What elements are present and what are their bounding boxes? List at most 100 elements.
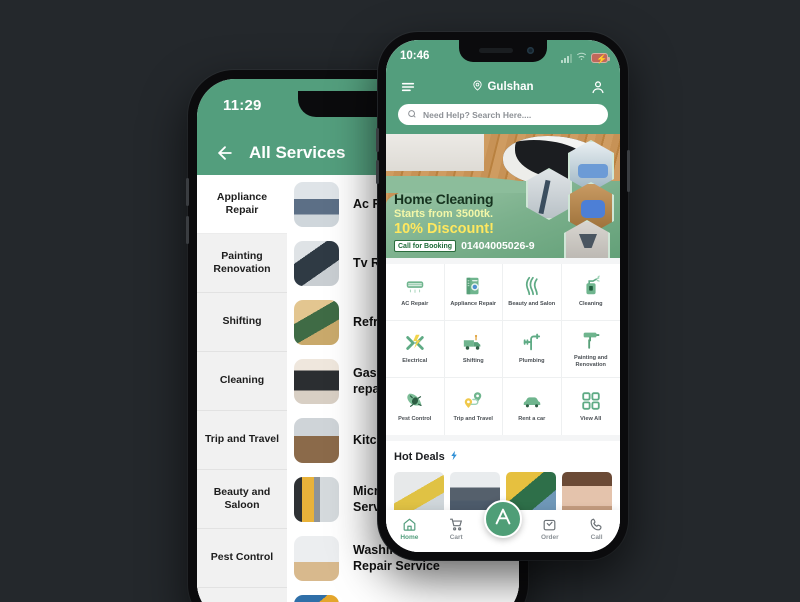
home-scroll-area[interactable]: Home Cleaning Starts from 3500tk. 10% Di… (386, 134, 620, 545)
washing-machine-icon (461, 275, 485, 297)
power-button[interactable] (627, 150, 630, 192)
grid-item-label: Beauty and Salon (508, 301, 556, 308)
status-indicators: ⚡ (561, 49, 611, 67)
map-pins-icon (461, 390, 485, 412)
banner-discount: 10% Discount! (394, 221, 494, 237)
grid-item-plumbing[interactable]: Plumbing (503, 321, 562, 378)
nav-item-home[interactable]: Home (386, 516, 433, 541)
ips-repair-thumbnail (294, 595, 339, 602)
grid-item-beauty-and-salon[interactable]: Beauty and Salon (503, 264, 562, 321)
page-title: All Services (249, 143, 346, 162)
grid-row-1: AC Repair Appliance Repair Beauty and Sa… (386, 264, 620, 321)
grid-item-ac-repair[interactable]: AC Repair (386, 264, 445, 321)
order-bag-icon (542, 516, 558, 532)
grid-item-view-all[interactable]: View All (562, 378, 621, 435)
list-item[interactable]: IPS Repair Service (294, 588, 519, 602)
battery-charging-icon: ⚡ (591, 53, 611, 64)
moving-truck-icon (461, 332, 485, 354)
app-logo-icon (492, 506, 514, 533)
grid-item-painting-and-renovation[interactable]: Painting and Renovation (561, 321, 620, 378)
grid-item-label: Plumbing (519, 358, 545, 365)
sidebar-item-beauty-and-saloon[interactable]: Beauty and Saloon (197, 470, 287, 529)
electric-plug-icon (403, 332, 427, 354)
grid-item-label: Electrical (402, 358, 428, 365)
paint-roller-icon (579, 329, 603, 351)
banner-title: Home Cleaning (394, 191, 494, 207)
tv-repair-thumbnail (294, 241, 339, 286)
nav-item-order[interactable]: Order (526, 516, 573, 541)
user-profile-icon[interactable] (588, 77, 608, 97)
grid-item-rent-a-car[interactable]: Rent a car (503, 378, 562, 435)
banner-text-block: Home Cleaning Starts from 3500tk. 10% Di… (394, 191, 535, 252)
front-camera-icon (527, 47, 534, 54)
car-icon (520, 390, 544, 412)
grid-item-cleaning[interactable]: Cleaning (561, 264, 620, 321)
signal-bars-icon (561, 53, 572, 63)
category-sidebar: Appliance Repair Painting Renovation Shi… (197, 175, 287, 602)
grid-item-label: Rent a car (518, 415, 546, 422)
arrow-left-icon[interactable] (215, 143, 235, 163)
nav-item-call[interactable]: Call (573, 516, 620, 541)
grid-item-trip-and-travel[interactable]: Trip and Travel (445, 378, 503, 435)
grid-item-label: Painting and Renovation (573, 354, 608, 368)
grid-item-label: Appliance Repair (450, 301, 497, 308)
app-logo-fab[interactable] (484, 500, 522, 538)
grid-item-appliance-repair[interactable]: Appliance Repair (444, 264, 503, 321)
volume-down-button[interactable] (186, 216, 189, 244)
nav-item-label: Order (540, 534, 559, 541)
bug-spray-icon (403, 390, 427, 412)
microwave-service-thumbnail (294, 477, 339, 522)
back-status-time: 11:29 (223, 97, 262, 114)
volume-down-button[interactable] (376, 160, 379, 184)
ac-repair-thumbnail (294, 182, 339, 227)
volume-up-button[interactable] (186, 178, 189, 206)
grid-row-3: Pest Control Trip and Travel Rent a car … (386, 378, 620, 435)
air-conditioner-icon (403, 275, 427, 297)
spray-bottle-icon (579, 275, 603, 297)
gas-stove-repair-thumbnail (294, 359, 339, 404)
banner-phone-number: 01404005026-9 (461, 240, 535, 252)
sidebar-item-pest-control[interactable]: Pest Control (197, 529, 287, 588)
screenshot-canvas: 11:29 All Services Appliance Repair Pain… (0, 0, 800, 602)
nav-item-cart[interactable]: Cart (433, 516, 480, 541)
search-input[interactable]: Need Help? Search Here.... (398, 104, 608, 125)
grid-item-label: Shifting (462, 358, 484, 365)
front-notch-speaker (479, 48, 513, 53)
front-status-bar: 10:46 ⚡ (386, 40, 620, 72)
phone-call-icon (589, 516, 605, 532)
grid-item-label: Trip and Travel (453, 415, 493, 422)
grid-item-label: Pest Control (398, 415, 432, 422)
grid-squares-icon (579, 390, 603, 412)
kitchen-hood-thumbnail (294, 418, 339, 463)
refrigerator-thumbnail (294, 300, 339, 345)
hair-salon-icon (520, 275, 544, 297)
grid-item-pest-control[interactable]: Pest Control (386, 378, 445, 435)
nav-item-label: Cart (449, 534, 463, 541)
hamburger-menu-icon[interactable] (398, 77, 418, 97)
location-pin-icon (472, 80, 483, 94)
sidebar-item-painting-renovation[interactable]: Painting Renovation (197, 234, 287, 293)
washing-machine-thumbnail (294, 536, 339, 581)
sidebar-item-shifting[interactable]: Shifting (197, 293, 287, 352)
home-icon (401, 516, 417, 532)
service-category-grid: AC Repair Appliance Repair Beauty and Sa… (386, 264, 620, 435)
volume-up-button[interactable] (376, 128, 379, 152)
search-icon (407, 106, 417, 124)
hot-deals-title: Hot Deals (394, 451, 445, 463)
sidebar-item-cleaning[interactable]: Cleaning (197, 352, 287, 411)
front-app-bar: Gulshan (386, 72, 620, 97)
sidebar-item-extra[interactable] (197, 588, 287, 602)
wifi-icon (576, 49, 587, 67)
banner-cta[interactable]: Call for Booking 01404005026-9 (394, 240, 535, 252)
location-selector[interactable]: Gulshan (472, 80, 534, 94)
banner-cta-tag: Call for Booking (394, 240, 457, 252)
sidebar-item-appliance-repair[interactable]: Appliance Repair (197, 175, 287, 234)
promo-banner[interactable]: Home Cleaning Starts from 3500tk. 10% Di… (386, 134, 620, 258)
front-notch (459, 40, 547, 62)
banner-price: Starts from 3500tk. (394, 208, 494, 220)
sidebar-item-trip-and-travel[interactable]: Trip and Travel (197, 411, 287, 470)
grid-item-electrical[interactable]: Electrical (386, 321, 445, 378)
location-label: Gulshan (487, 81, 534, 93)
grid-item-shifting[interactable]: Shifting (444, 321, 503, 378)
bottom-navigation: Home Cart Order Call (386, 500, 620, 552)
